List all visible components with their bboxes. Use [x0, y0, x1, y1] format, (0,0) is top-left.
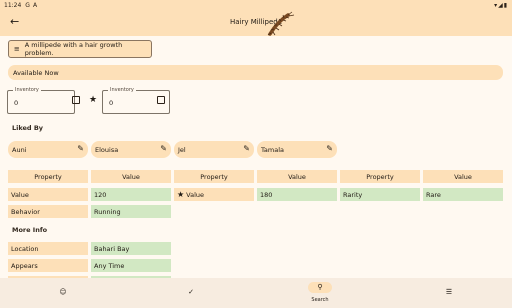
property-cell: Rarity [340, 188, 420, 201]
villager-chip[interactable]: Tamala ✎ [257, 141, 337, 158]
nav-villagers[interactable]: ☺ [43, 278, 83, 308]
checkbox-2[interactable] [157, 96, 165, 104]
page-title: Hairy Millipede [229, 18, 283, 26]
app-bar: ← Hairy Millipede [0, 10, 512, 36]
search-icon: ⚲ [317, 283, 323, 291]
edit-check-icon: ✎ [326, 144, 333, 153]
checkbox-1[interactable] [72, 96, 80, 104]
inventory-label: Inventory [108, 87, 136, 93]
millipede-icon [267, 11, 295, 36]
edit-check-icon: ✎ [160, 144, 167, 153]
liked-by-heading: Liked By [12, 124, 44, 132]
more-info-heading: More Info [12, 226, 48, 234]
table-header: Value [423, 170, 503, 183]
availability-banner: Available Now [8, 65, 503, 80]
status-time: 11:24 [4, 1, 22, 9]
property-text: Value [186, 190, 205, 199]
nav-search[interactable]: ⚲ Search [300, 278, 340, 308]
check-icon: ✓ [188, 288, 194, 296]
availability-text: Available Now [13, 68, 59, 77]
villager-name: Jel [178, 145, 186, 154]
inventory-value: 0 [109, 99, 114, 107]
property-cell: Location [8, 242, 88, 255]
property-cell: Behavior [8, 205, 88, 218]
star-icon: ★ [177, 190, 185, 199]
value-cell: Running [91, 205, 171, 218]
nav-search-label: Search [311, 297, 329, 303]
property-cell: Value [8, 188, 88, 201]
list-icon: ☰ [445, 288, 453, 296]
villager-name: Auni [12, 145, 27, 154]
villager-chip[interactable]: Auni ✎ [8, 141, 88, 158]
property-cell: ★ Value [174, 188, 254, 201]
property-cell: Appears [8, 259, 88, 272]
value-cell: Any Time [91, 259, 171, 272]
person-icon: ☺ [59, 288, 67, 296]
status-icon-google: G [25, 1, 30, 9]
table-header: Property [340, 170, 420, 183]
table-header: Value [91, 170, 171, 183]
status-bar: 11:24 G A ▾◢▮ [0, 0, 512, 10]
status-icon-app: A [32, 1, 38, 9]
status-system-icons: ▾◢▮ [494, 1, 508, 9]
villager-name: Tamala [261, 145, 284, 154]
inventory-field-1[interactable]: Inventory 0 [7, 87, 75, 114]
value-cell: Rare [423, 188, 503, 201]
notes-icon: ≡ [13, 45, 20, 53]
table-header: Value [257, 170, 337, 183]
table-header: Property [174, 170, 254, 183]
inventory-value: 0 [14, 99, 19, 107]
villager-chip[interactable]: Elouisa ✎ [91, 141, 171, 158]
value-cell: 120 [91, 188, 171, 201]
inventory-label: Inventory [13, 87, 41, 93]
villager-name: Elouisa [95, 145, 119, 154]
nav-checklist[interactable]: ✓ [171, 278, 211, 308]
edit-check-icon: ✎ [77, 144, 84, 153]
description-card: ≡ A millipede with a hair growth problem… [8, 40, 152, 58]
table-header: Property [8, 170, 88, 183]
value-cell: Bahari Bay [91, 242, 171, 255]
bottom-navigation: ☺ ✓ ⚲ Search ☰ [0, 278, 512, 308]
star-icon: ★ [89, 95, 98, 105]
value-cell: 180 [257, 188, 337, 201]
villager-chip[interactable]: Jel ✎ [174, 141, 254, 158]
nav-list[interactable]: ☰ [429, 278, 469, 308]
edit-check-icon: ✎ [243, 144, 250, 153]
description-text: A millipede with a hair growth problem. [24, 41, 123, 57]
